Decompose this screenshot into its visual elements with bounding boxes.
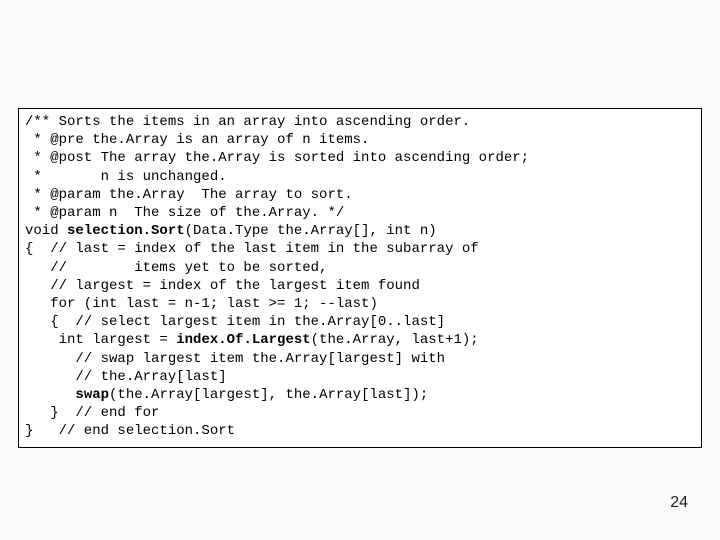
function-name: selection.Sort	[67, 223, 185, 239]
code-line: { // select largest item in the.Array[0.…	[25, 313, 695, 331]
function-call: index.Of.Largest	[176, 332, 310, 348]
code-line: int largest = index.Of.Largest(the.Array…	[25, 331, 695, 349]
code-line: * n is unchanged.	[25, 168, 695, 186]
code-line: // largest = index of the largest item f…	[25, 277, 695, 295]
code-line: // the.Array[last]	[25, 368, 695, 386]
code-line: * @param the.Array The array to sort.	[25, 186, 695, 204]
code-block: /** Sorts the items in an array into asc…	[18, 108, 702, 448]
code-line: * @post The array the.Array is sorted in…	[25, 149, 695, 167]
code-text	[25, 387, 75, 403]
code-line: swap(the.Array[largest], the.Array[last]…	[25, 386, 695, 404]
code-line: * @param n The size of the.Array. */	[25, 204, 695, 222]
code-text: int largest =	[25, 332, 176, 348]
code-text: (the.Array[largest], the.Array[last]);	[109, 387, 428, 403]
code-line: void selection.Sort(Data.Type the.Array[…	[25, 222, 695, 240]
code-line: // items yet to be sorted,	[25, 259, 695, 277]
code-line: /** Sorts the items in an array into asc…	[25, 113, 695, 131]
slide: /** Sorts the items in an array into asc…	[0, 0, 720, 540]
code-line: } // end selection.Sort	[25, 422, 695, 440]
code-line: } // end for	[25, 404, 695, 422]
code-text: void	[25, 223, 67, 239]
function-call: swap	[75, 387, 109, 403]
code-line: * @pre the.Array is an array of n items.	[25, 131, 695, 149]
page-number: 24	[670, 494, 688, 512]
code-line: for (int last = n-1; last >= 1; --last)	[25, 295, 695, 313]
code-line: // swap largest item the.Array[largest] …	[25, 350, 695, 368]
code-line: { // last = index of the last item in th…	[25, 240, 695, 258]
code-text: (Data.Type the.Array[], int n)	[185, 223, 437, 239]
code-text: (the.Array, last+1);	[311, 332, 479, 348]
